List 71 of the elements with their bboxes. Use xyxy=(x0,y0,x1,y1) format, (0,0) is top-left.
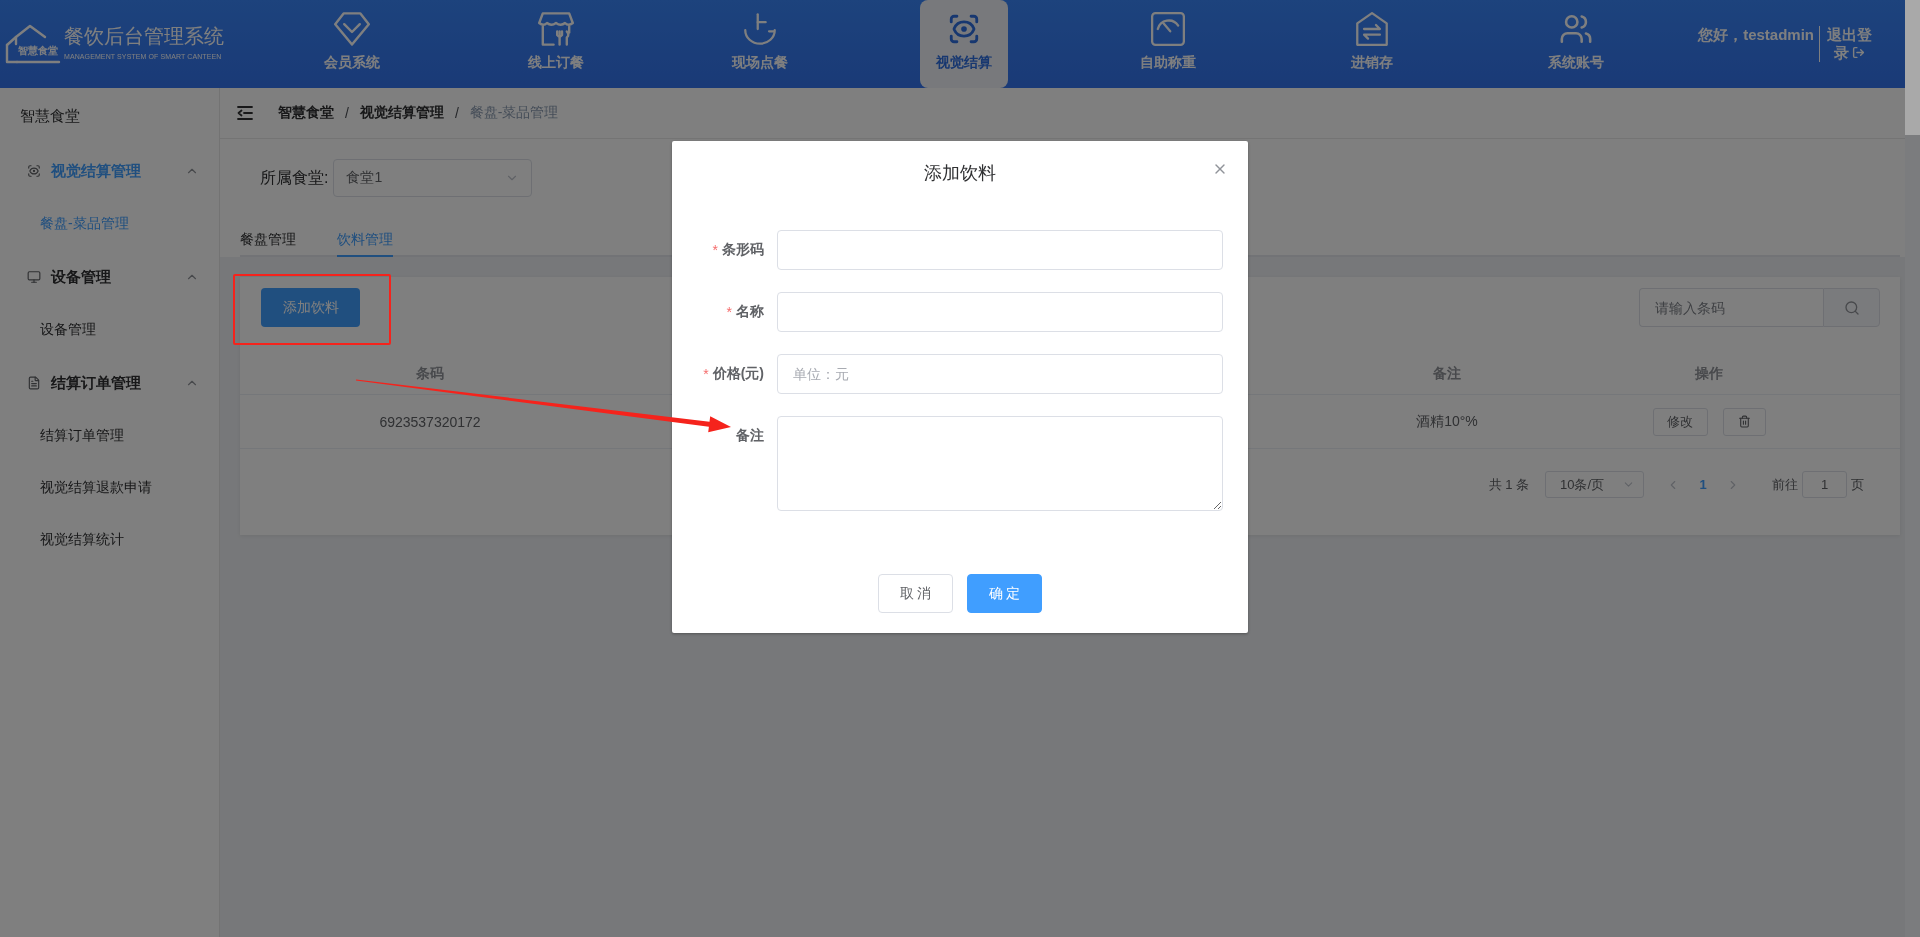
nav-item[interactable]: 会员系统 xyxy=(308,0,396,88)
logout-link[interactable]: 退出登录 xyxy=(1819,26,1875,62)
sidebar-title: 智慧食堂 xyxy=(19,105,81,126)
search-button[interactable] xyxy=(1823,288,1880,327)
menu-fold-icon[interactable] xyxy=(237,106,253,120)
delete-button[interactable] xyxy=(1722,407,1766,436)
cancel-button[interactable]: 取 消 xyxy=(878,574,953,613)
nav-item[interactable]: 进销存 xyxy=(1328,0,1416,88)
input-field[interactable]: 单位：元 xyxy=(777,354,1223,394)
breadcrumb-separator: / xyxy=(345,105,349,121)
goto-suffix: 页 xyxy=(1851,475,1864,494)
scrollbar-thumb[interactable] xyxy=(1905,0,1920,135)
required-mark: * xyxy=(712,242,718,258)
menu-item[interactable]: 结算订单管理 xyxy=(0,410,219,462)
storefront-icon xyxy=(538,12,574,46)
house-arrows-icon xyxy=(1355,12,1389,46)
total-count: 共 1 条 xyxy=(1488,475,1529,494)
required-mark: * xyxy=(726,304,732,320)
tab[interactable]: 餐盘管理 xyxy=(240,223,296,257)
barcode-search-field[interactable]: 请输入条码 xyxy=(1639,288,1823,327)
page-number[interactable]: 1 xyxy=(1688,477,1718,492)
dialog-title: 添加饮料 xyxy=(924,162,996,185)
required-mark: * xyxy=(703,366,709,382)
page-jump-field[interactable]: 1 xyxy=(1802,471,1847,498)
document-icon xyxy=(27,376,41,390)
nav-item[interactable]: 系统账号 xyxy=(1532,0,1620,88)
app-title: 餐饮后台管理系统 xyxy=(64,23,224,48)
goto-label: 前往 xyxy=(1772,475,1798,494)
filter-label: 所属食堂: xyxy=(260,167,329,188)
nav-item[interactable]: 视觉结算 xyxy=(920,0,1008,88)
gauge-icon xyxy=(1151,12,1185,46)
exit-arrow-icon xyxy=(1852,46,1865,59)
confirm-button[interactable]: 确 定 xyxy=(967,574,1042,613)
menu-group-header[interactable]: 视觉结算管理 xyxy=(0,144,219,198)
remark-textarea[interactable] xyxy=(777,416,1223,511)
breadcrumb-separator: / xyxy=(454,105,459,121)
house-logo-icon xyxy=(5,24,61,64)
breadcrumb-item[interactable]: 智慧食堂 xyxy=(278,104,334,122)
field-label: 备注 xyxy=(736,427,764,445)
menu-item[interactable]: 餐盘-菜品管理 xyxy=(0,198,219,250)
add-drink-button[interactable]: 添加饮料 xyxy=(261,288,360,327)
menu-group-header[interactable]: 设备管理 xyxy=(0,250,219,304)
table-cell: 6923537320172 xyxy=(379,413,481,430)
field-label: 名称 xyxy=(736,303,764,321)
bowl-icon xyxy=(743,12,777,46)
scan-eye-icon xyxy=(27,164,41,178)
menu-item[interactable]: 视觉结算退款申请 xyxy=(0,462,219,514)
scan-eye-icon xyxy=(947,12,981,46)
field-label: 价格(元) xyxy=(712,365,764,383)
edit-button[interactable]: 修改 xyxy=(1652,407,1708,436)
page-size-select[interactable]: 10条/页 xyxy=(1545,471,1644,498)
menu-item[interactable]: 设备管理 xyxy=(0,304,219,356)
nav-item[interactable]: 自助称重 xyxy=(1124,0,1212,88)
table-cell: 酒精10°% xyxy=(1416,412,1478,431)
monitor-icon xyxy=(27,270,41,284)
menu-item[interactable]: 视觉结算统计 xyxy=(0,514,219,566)
field-label: 条形码 xyxy=(722,241,764,259)
breadcrumb-item[interactable]: 视觉结算管理 xyxy=(359,104,444,122)
nav-item[interactable]: 现场点餐 xyxy=(716,0,804,88)
menu-group-header[interactable]: 结算订单管理 xyxy=(0,356,219,410)
greeting-text: 您好，testadmin xyxy=(1698,26,1814,44)
tab[interactable]: 饮料管理 xyxy=(337,223,393,257)
trash-icon xyxy=(1737,415,1751,428)
canteen-select[interactable]: 食堂1 xyxy=(333,159,533,197)
logo-badge-text: 智慧食堂 xyxy=(18,45,58,57)
input-field[interactable] xyxy=(777,292,1223,332)
search-icon xyxy=(1843,299,1860,316)
users-icon xyxy=(1559,12,1593,46)
nav-item[interactable]: 线上订餐 xyxy=(512,0,600,88)
diamond-icon xyxy=(334,12,370,46)
input-field[interactable] xyxy=(777,230,1223,270)
